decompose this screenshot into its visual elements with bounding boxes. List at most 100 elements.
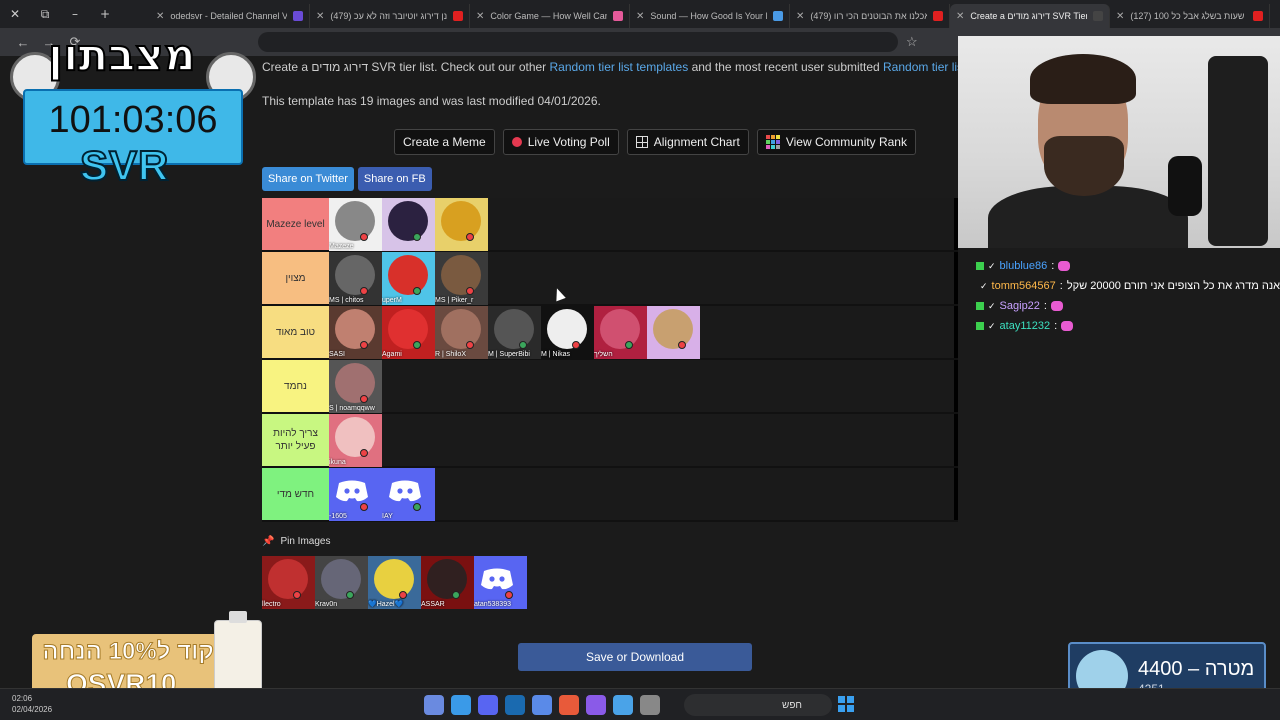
tab-favicon-icon [1253,11,1263,21]
taskbar-app-icon[interactable] [478,695,498,715]
bookmark-star-icon[interactable]: ☆ [906,34,918,50]
browser-tab[interactable]: ✕ odedsvr - Detailed Channel Vie [150,4,310,28]
tier-items[interactable]: SASI Agami R | ShiloX M | SuperBibi M | Nika… [329,306,954,359]
tier-item-image[interactable]: IAY [382,468,435,521]
tier-item-image[interactable] [647,306,700,359]
browser-tab[interactable]: ✕ Sound — How Good Is Your Ea [630,4,790,28]
webcam-feed [958,36,1280,248]
tier-items[interactable]: MS | chitos uperM MS | Piker_r [329,252,954,305]
taskbar-app-icon[interactable] [559,695,579,715]
tier-item-image[interactable]: MS | chitos [329,252,382,305]
minimize-window-icon[interactable]: – [60,7,90,21]
tab-favicon-icon [933,11,943,21]
chat-username[interactable]: tomm564567 [992,280,1056,292]
url-input[interactable] [258,32,898,52]
tier-item-image[interactable]: Krav0n [315,556,368,609]
tier-item-image[interactable]: Agami [382,306,435,359]
tab-close-icon[interactable]: ✕ [956,11,964,22]
tier-item-image[interactable]: ASSAR [421,556,474,609]
tier-item-image[interactable]: atan538393 [474,556,527,609]
tier-label[interactable]: מצוין [262,252,329,304]
chat-username[interactable]: Sagip22 [1000,300,1040,312]
browser-tab[interactable]: ✕ (479) רונן דירוג יוטיובר וזה לא עכ [310,4,470,28]
tier-items[interactable]: ikuna [329,414,954,467]
windows-start-icon[interactable] [838,696,854,712]
taskbar-app-icon[interactable] [532,695,552,715]
tier-row: טוב מאוד SASI Agami R | ShiloX M | SuperBibi… [262,306,1008,360]
tab-close-icon[interactable]: ✕ [636,11,644,22]
chat-username[interactable]: blublue86 [1000,260,1048,272]
share-facebook-button[interactable]: Share on FB [357,167,432,191]
alignment-chart-button[interactable]: Alignment Chart [626,129,749,155]
tier-item-image[interactable]: 💙Hazel💙 [368,556,421,609]
tier-label[interactable]: חדש מדי [262,468,329,520]
tier-row: Mazeze levelMazeze⚙⌃⌄ [262,198,1008,252]
restore-window-icon[interactable]: ⧉ [30,7,60,22]
taskbar-app-icon[interactable] [640,695,660,715]
tab-close-icon[interactable]: ✕ [316,11,324,22]
tier-item-image[interactable]: ikuna [329,414,382,467]
tier-label[interactable]: טוב מאוד [262,306,329,358]
save-download-button[interactable]: Save or Download [518,643,752,671]
tier-item-image[interactable]: uperM [382,252,435,305]
avatar [388,255,428,295]
back-icon[interactable]: ← [10,35,36,50]
emote-icon [1061,321,1074,331]
create-meme-button[interactable]: Create a Meme [394,129,495,155]
live-voting-label: Live Voting Poll [527,135,610,149]
tier-item-image[interactable]: S | noamqqww [329,360,382,413]
community-rank-button[interactable]: View Community Rank [756,129,916,155]
avatar [494,309,534,349]
tab-close-icon[interactable]: ✕ [1116,11,1124,22]
new-tab-button[interactable]: + [90,7,120,21]
tier-item-image[interactable]: השליך [594,306,647,359]
tier-label[interactable]: צריך להיות פעיל יותר [262,414,329,466]
tab-close-icon[interactable]: ✕ [796,11,804,22]
item-caption: uperM [382,297,402,304]
taskbar-search-label: חפש [782,699,802,711]
tier-item-image[interactable]: Mazeze [329,198,382,251]
tier-item-image[interactable]: R | ShiloX [435,306,488,359]
taskbar-search[interactable]: חפש [684,694,832,716]
taskbar-app-icon[interactable] [505,695,525,715]
taskbar-app-icon[interactable] [586,695,606,715]
taskbar-app-icon[interactable] [424,695,444,715]
browser-tab[interactable]: ✕ Create a דירוג מודים SVR Tier Li [950,4,1110,28]
record-dot-icon [511,137,522,147]
tier-item-image[interactable] [382,198,435,251]
item-caption: ASSAR [421,601,445,608]
tier-item-image[interactable]: M | SuperBibi [488,306,541,359]
taskbar-app-icon[interactable] [451,695,471,715]
tier-item-image[interactable] [435,198,488,251]
tab-close-icon[interactable]: ✕ [476,11,484,22]
beard-shape [1044,136,1124,196]
tier-items[interactable]: -1605 IAY [329,468,954,521]
browser-tab[interactable]: ✕ Color Game — How Well Can Y [470,4,630,28]
tier-label[interactable]: נחמד [262,360,329,412]
browser-tab[interactable]: ✕ (127) 100 שעות בשלג אבל כל [1110,4,1270,28]
share-twitter-button[interactable]: Share on Twitter [262,167,354,191]
taskbar-time: 02:06 [12,694,33,703]
tier-item-image[interactable]: M | Nikas [541,306,594,359]
mosaic-icon [765,135,780,149]
random-templates-link[interactable]: Random tier list templates [550,60,689,74]
tier-item-image[interactable]: llectro [262,556,315,609]
chat-separator: : [1059,280,1063,292]
tab-favicon-icon [1093,11,1103,21]
tab-close-icon[interactable]: ✕ [156,11,164,22]
tab-title: (127) 100 שעות בשלג אבל כל [1130,11,1245,21]
avatar [653,309,693,349]
mod-badge-icon [976,322,984,330]
chat-username[interactable]: atay11232 [1000,320,1051,332]
tier-item-image[interactable]: MS | Piker_r [435,252,488,305]
live-voting-button[interactable]: Live Voting Poll [502,129,619,155]
tier-items[interactable]: S | noamqqww [329,360,954,413]
browser-tab[interactable]: ✕ (479) אכלנו את הבוטנים הכי רוו [790,4,950,28]
tier-label[interactable]: Mazeze level [262,198,329,250]
taskbar-app-icon[interactable] [613,695,633,715]
tier-items[interactable]: Mazeze [329,198,954,251]
close-window-icon[interactable]: ✕ [0,7,30,21]
sword-badge-icon: ✓ [988,300,996,311]
tier-item-image[interactable]: -1605 [329,468,382,521]
tier-item-image[interactable]: SASI [329,306,382,359]
